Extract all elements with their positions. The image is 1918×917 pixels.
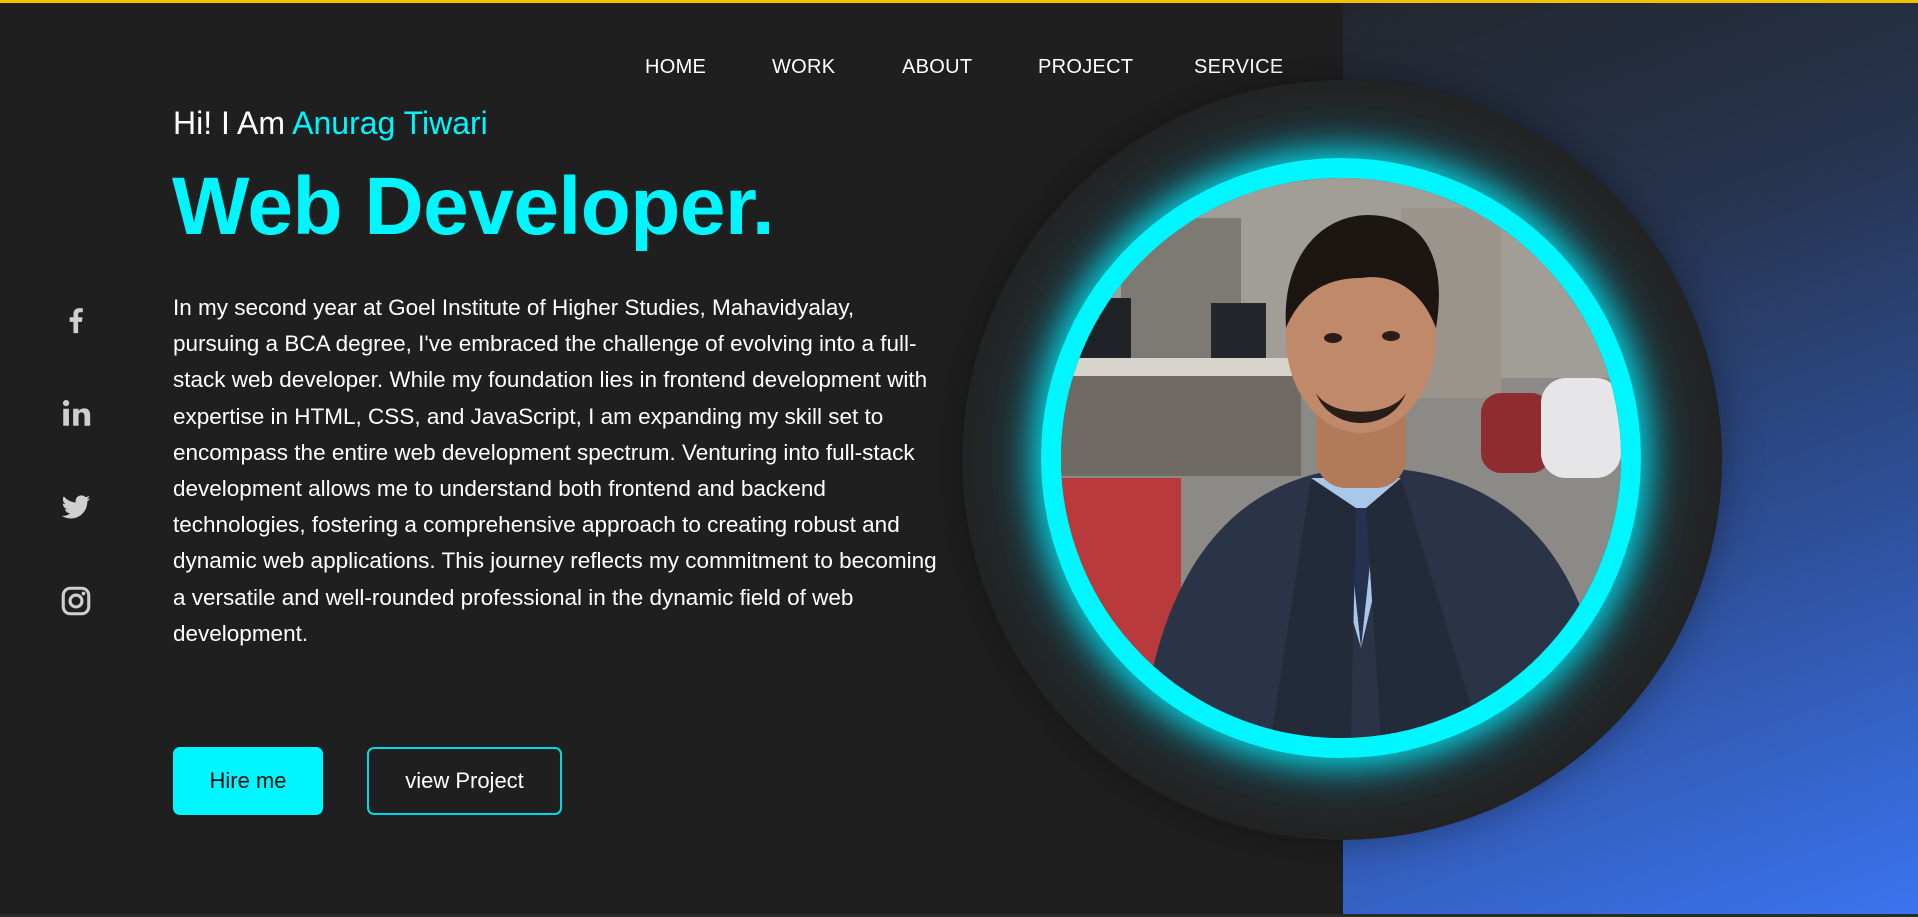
twitter-icon [61, 495, 91, 519]
view-project-button[interactable]: view Project [367, 747, 562, 815]
greeting-prefix: Hi! I Am [173, 105, 293, 141]
main-nav: HOME WORK ABOUT PROJECT SERVICE [0, 56, 1918, 86]
profile-photo [1061, 178, 1621, 738]
instagram-icon [61, 586, 91, 616]
portrait-frame [1041, 158, 1641, 758]
hire-me-button[interactable]: Hire me [173, 747, 323, 815]
nav-about-link[interactable]: ABOUT [902, 56, 972, 79]
nav-service-link[interactable]: SERVICE [1194, 56, 1284, 79]
linkedin-link[interactable] [55, 392, 97, 434]
linkedin-icon [62, 399, 91, 426]
nav-project-link[interactable]: PROJECT [1038, 56, 1133, 79]
nav-home-link[interactable]: HOME [645, 56, 706, 79]
bio-paragraph: In my second year at Goel Institute of H… [173, 295, 937, 646]
facebook-link[interactable] [55, 298, 97, 340]
twitter-link[interactable] [55, 486, 97, 528]
developer-name: Anurag Tiwari [292, 105, 488, 141]
page-title: Web Developer. [172, 161, 775, 252]
facebook-icon [69, 308, 83, 334]
nav-work-link[interactable]: WORK [772, 56, 835, 79]
greeting: Hi! I Am Anurag Tiwari [173, 105, 488, 142]
instagram-link[interactable] [55, 580, 97, 622]
